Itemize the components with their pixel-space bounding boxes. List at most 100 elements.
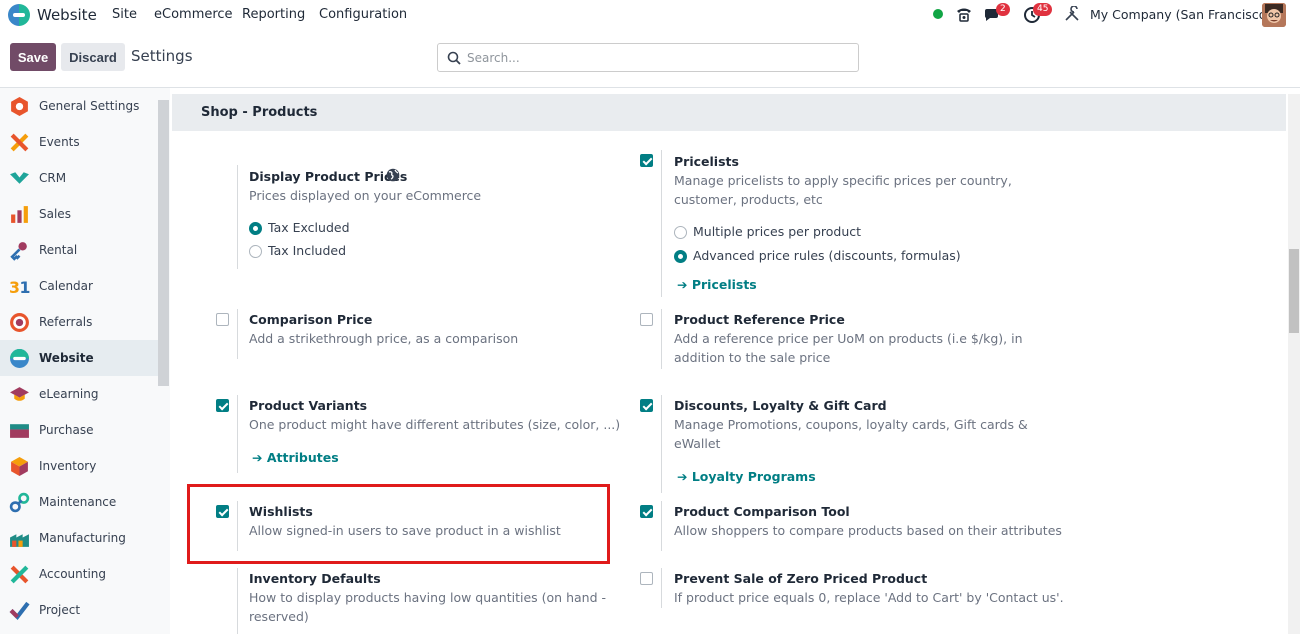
setting-divider <box>661 568 662 608</box>
display-product-prices-desc: Prices displayed on your eCommerce <box>249 188 482 203</box>
menu-configuration[interactable]: Configuration <box>319 7 407 22</box>
sidebar-item-label: Sales <box>39 207 71 221</box>
setting-divider <box>237 309 238 359</box>
website-app-icon[interactable] <box>8 4 30 26</box>
search-icon <box>447 51 461 65</box>
discounts-loyalty-desc-2: eWallet <box>674 436 721 451</box>
section-title: Shop - Products <box>172 94 1286 131</box>
app-name[interactable]: Website <box>37 6 97 24</box>
sidebar-item-purchase[interactable]: Purchase <box>0 412 158 448</box>
sidebar-item-label: Rental <box>39 243 78 257</box>
product-reference-price-title: Product Reference Price <box>674 312 845 327</box>
product-variants-checkbox[interactable] <box>216 399 229 412</box>
attributes-link-label: Attributes <box>266 450 339 465</box>
menu-site[interactable]: Site <box>112 7 137 22</box>
manufacturing-icon <box>10 533 29 547</box>
accounting-icon <box>10 565 29 583</box>
sidebar-item-calendar[interactable]: 3 1 Calendar <box>0 268 158 304</box>
discounts-loyalty-checkbox[interactable] <box>640 399 653 412</box>
sales-icon <box>11 205 28 223</box>
tax-included-label[interactable]: Tax Included <box>268 243 346 258</box>
loyalty-programs-link[interactable]: ➔ Loyalty Programs <box>677 469 816 484</box>
search-input[interactable] <box>467 47 847 68</box>
sidebar-item-referrals[interactable]: Referrals <box>0 304 158 340</box>
activities-badge: 45 <box>1033 3 1053 16</box>
product-comparison-checkbox[interactable] <box>640 505 653 518</box>
sidebar-item-label: Maintenance <box>39 495 117 509</box>
setting-divider <box>237 395 238 473</box>
globe-icon <box>386 168 400 182</box>
prevent-zero-price-desc: If product price equals 0, replace 'Add … <box>674 590 1064 605</box>
tax-excluded-radio[interactable] <box>249 222 262 235</box>
user-avatar[interactable] <box>1262 3 1286 27</box>
breadcrumb: Settings <box>131 47 193 65</box>
sidebar-item-elearning[interactable]: eLearning <box>0 376 158 412</box>
multiple-prices-label[interactable]: Multiple prices per product <box>693 224 861 239</box>
prevent-zero-price-checkbox[interactable] <box>640 572 653 585</box>
setting-divider <box>661 501 662 551</box>
sidebar-item-label: General Settings <box>39 99 140 113</box>
advanced-price-rules-radio[interactable] <box>674 250 687 263</box>
advanced-price-rules-label[interactable]: Advanced price rules (discounts, formula… <box>693 248 961 263</box>
pricelists-checkbox[interactable] <box>640 154 653 167</box>
product-reference-price-desc-2: addition to the sale price <box>674 350 831 365</box>
calendar-icon: 3 1 <box>9 277 31 296</box>
tools-icon[interactable] <box>1064 6 1080 22</box>
crm-icon <box>10 171 29 184</box>
elearning-icon <box>10 386 29 401</box>
sidebar-item-label: Accounting <box>39 567 107 581</box>
menu-reporting[interactable]: Reporting <box>242 7 305 22</box>
phone-icon[interactable] <box>955 5 973 23</box>
pricelists-link-label: Pricelists <box>691 277 757 292</box>
product-reference-price-checkbox[interactable] <box>640 313 653 326</box>
sidebar-item-website[interactable]: Website <box>0 340 158 376</box>
events-icon <box>10 133 29 151</box>
product-comparison-title: Product Comparison Tool <box>674 504 850 519</box>
tax-included-radio[interactable] <box>249 245 262 258</box>
attributes-link[interactable]: ➔ Attributes <box>252 450 339 465</box>
product-variants-title: Product Variants <box>249 398 368 413</box>
sidebar-item-accounting[interactable]: Accounting <box>0 556 158 592</box>
messages-badge: 2 <box>996 3 1010 16</box>
tax-excluded-label[interactable]: Tax Excluded <box>268 220 350 235</box>
display-product-prices-title: Display Product Prices <box>249 169 408 184</box>
comparison-price-checkbox[interactable] <box>216 313 229 326</box>
control-panel: Save Discard Settings <box>0 30 1300 88</box>
svg-text:1: 1 <box>20 277 31 296</box>
maintenance-icon <box>9 492 30 512</box>
setting-divider <box>237 568 238 634</box>
pricelists-desc: Manage pricelists to apply specific pric… <box>674 173 1012 188</box>
sidebar-item-manufacturing[interactable]: Manufacturing <box>0 520 158 556</box>
sidebar-scrollbar[interactable] <box>158 100 169 386</box>
sidebar-item-label: eLearning <box>39 387 99 401</box>
pricelists-title: Pricelists <box>674 154 739 169</box>
inventory-defaults-desc: How to display products having low quant… <box>249 590 606 605</box>
sidebar-item-project[interactable]: Project <box>0 592 158 628</box>
prevent-zero-price-title: Prevent Sale of Zero Priced Product <box>674 571 928 586</box>
sidebar-item-maintenance[interactable]: Maintenance <box>0 484 158 520</box>
pricelists-link[interactable]: ➔ Pricelists <box>677 277 757 292</box>
search-box[interactable] <box>437 43 859 72</box>
content-scrollbar[interactable] <box>1288 94 1300 634</box>
save-button[interactable]: Save <box>10 43 56 71</box>
company-switcher[interactable]: My Company (San Francisco) <box>1090 7 1271 22</box>
menu-ecommerce[interactable]: eCommerce <box>154 7 233 22</box>
content-scrollbar-thumb[interactable] <box>1289 249 1299 333</box>
sidebar-item-label: Events <box>39 135 80 149</box>
sidebar-item-sales[interactable]: Sales <box>0 196 158 232</box>
discard-button[interactable]: Discard <box>61 43 125 71</box>
sidebar-item-inventory[interactable]: Inventory <box>0 448 158 484</box>
sidebar-item-label: Project <box>39 603 81 617</box>
sidebar-item-label: Referrals <box>39 315 93 329</box>
sidebar-item-label: Inventory <box>39 459 97 473</box>
setting-divider <box>237 165 238 269</box>
sidebar-item-general-settings[interactable]: General Settings <box>0 88 158 124</box>
sidebar-item-label: Purchase <box>39 423 94 437</box>
setting-divider <box>661 309 662 369</box>
user-avatar-image <box>1262 3 1286 27</box>
multiple-prices-radio[interactable] <box>674 226 687 239</box>
sidebar-item-crm[interactable]: CRM <box>0 160 158 196</box>
sidebar-item-rental[interactable]: Rental <box>0 232 158 268</box>
sidebar-item-events[interactable]: Events <box>0 124 158 160</box>
top-navbar: Website Site eCommerce Reporting Configu… <box>0 0 1300 30</box>
